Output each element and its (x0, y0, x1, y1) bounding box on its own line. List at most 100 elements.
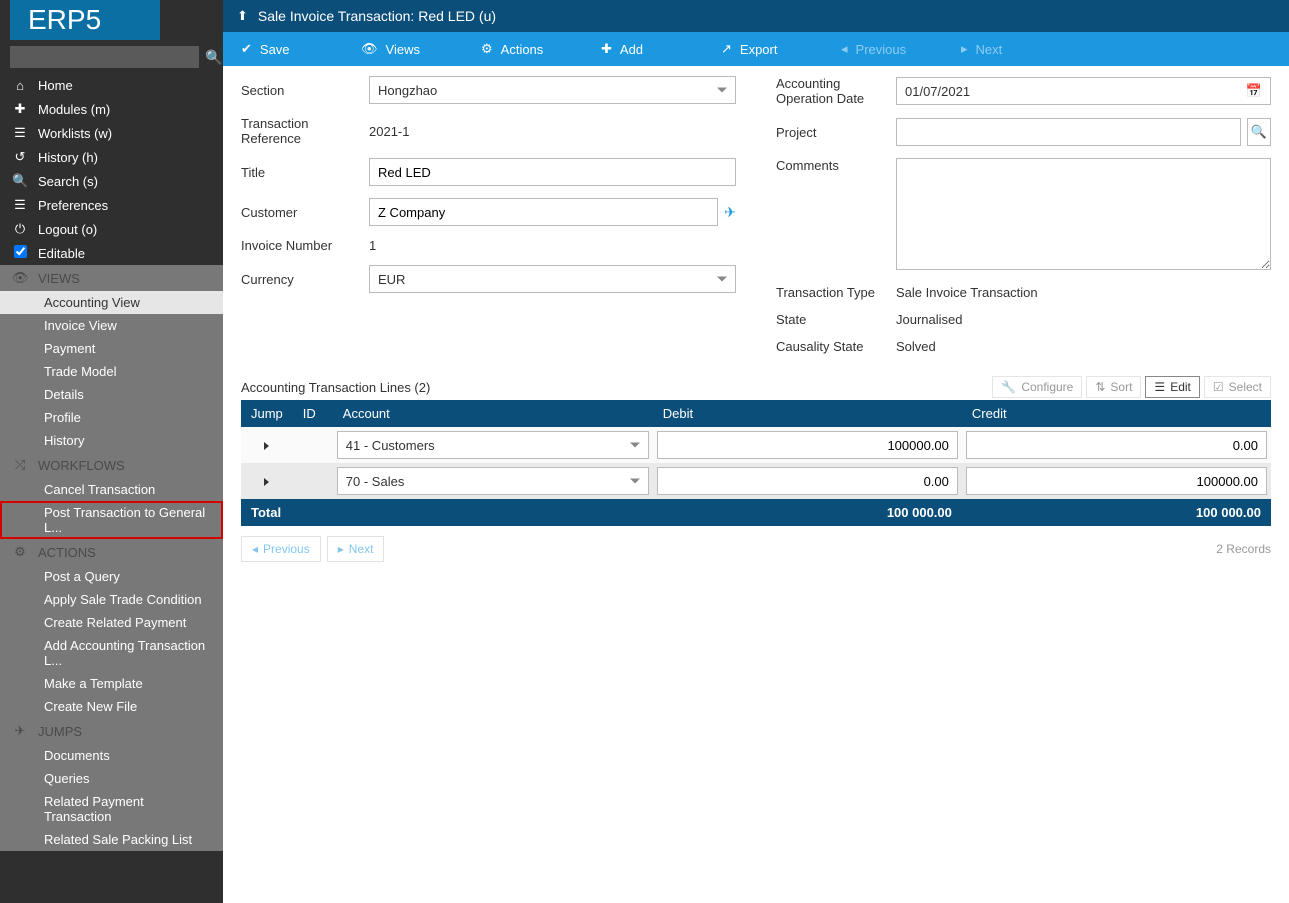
search-icon: 🔍 (1251, 124, 1267, 140)
nav-preferences[interactable]: ☰Preferences (0, 193, 223, 217)
puzzle-icon: ✚ (12, 101, 28, 117)
sidebar: ERP5 🔍 ⌂ Home ✚Modules (m) ☰ Worklists (w)… (0, 0, 223, 903)
account-select[interactable]: 70 - Sales (337, 467, 649, 495)
search-button[interactable]: 🔍 (205, 49, 222, 66)
project-input[interactable] (896, 118, 1241, 146)
chevron-left-icon: ◂ (841, 41, 848, 57)
home-icon: ⌂ (12, 78, 28, 93)
nav-home-label: Home (38, 78, 73, 93)
debit-input[interactable] (657, 467, 958, 495)
view-details[interactable]: Details (0, 383, 223, 406)
section-select[interactable]: Hongzhao (369, 76, 736, 104)
action-post-query[interactable]: Post a Query (0, 565, 223, 588)
workflows-header: ⤮WORKFLOWS (0, 452, 223, 478)
toolbar: ✔Save 👁Views ⚙Actions ✚Add ↗Export ◂Prev… (223, 32, 1289, 66)
credit-input[interactable] (966, 467, 1267, 495)
list-icon: ☰ (1154, 380, 1165, 394)
edit-button[interactable]: ☰Edit (1145, 376, 1199, 398)
save-button[interactable]: ✔Save (223, 32, 343, 66)
table-section: Accounting Transaction Lines (2) 🔧Config… (223, 376, 1289, 580)
credit-input[interactable] (966, 431, 1267, 459)
cogs-icon: ⚙ (12, 544, 28, 560)
views-button[interactable]: 👁Views (343, 32, 463, 66)
table-row: 41 - Customers (241, 427, 1271, 463)
editable-checkbox[interactable] (14, 245, 27, 258)
logo: ERP5 (10, 0, 160, 40)
records-count: 2 Records (1216, 542, 1271, 556)
view-history[interactable]: History (0, 429, 223, 452)
calendar-icon: 📅 (1246, 83, 1262, 99)
search-input[interactable] (10, 46, 199, 68)
nav-logout-label: Logout (o) (38, 222, 97, 237)
view-payment[interactable]: Payment (0, 337, 223, 360)
opdate-input[interactable]: 01/07/2021📅 (896, 77, 1271, 105)
view-accounting[interactable]: Accounting View (0, 291, 223, 314)
causality-label: Causality State (776, 339, 896, 354)
power-icon: ⏻ (12, 221, 28, 237)
main: ⬆ Sale Invoice Transaction: Red LED (u) … (223, 0, 1289, 903)
nav-search[interactable]: 🔍Search (s) (0, 169, 223, 193)
action-add-line[interactable]: Add Accounting Transaction L... (0, 634, 223, 672)
actions-button[interactable]: ⚙Actions (463, 32, 583, 66)
jump-icon[interactable]: ✈ (724, 204, 736, 221)
export-button[interactable]: ↗Export (703, 32, 823, 66)
chevron-left-icon: ◂ (252, 542, 258, 556)
debit-input[interactable] (657, 431, 958, 459)
row-id (293, 427, 333, 463)
customer-input[interactable] (369, 198, 718, 226)
jump-documents[interactable]: Documents (0, 744, 223, 767)
workflow-post-gl[interactable]: Post Transaction to General L... (0, 501, 223, 539)
checkbox-icon (12, 245, 28, 261)
sort-icon: ⇅ (1095, 380, 1105, 394)
col-credit: Credit (962, 400, 1271, 427)
project-search-button[interactable]: 🔍 (1247, 118, 1271, 146)
total-debit: 100 000.00 (653, 499, 962, 526)
pager-previous[interactable]: ◂Previous (241, 536, 321, 562)
configure-button: 🔧Configure (992, 376, 1082, 398)
account-select[interactable]: 41 - Customers (337, 431, 649, 459)
nav-logout[interactable]: ⏻ Logout (o) (0, 217, 223, 241)
col-account: Account (333, 400, 653, 427)
jumps-header: ✈JUMPS (0, 718, 223, 744)
sort-button: ⇅Sort (1086, 376, 1141, 398)
jump-related-payment[interactable]: Related Payment Transaction (0, 790, 223, 828)
row-jump-icon[interactable] (264, 478, 269, 486)
total-row: Total 100 000.00 100 000.00 (241, 499, 1271, 526)
currency-select[interactable]: EUR (369, 265, 736, 293)
currency-label: Currency (241, 272, 369, 287)
eye-icon: 👁 (361, 41, 378, 57)
nav-worklists[interactable]: ☰ Worklists (w) (0, 121, 223, 145)
state-label: State (776, 312, 896, 327)
nav-home[interactable]: ⌂ Home (0, 74, 223, 97)
project-label: Project (776, 125, 896, 140)
row-jump-icon[interactable] (264, 442, 269, 450)
check-icon: ☑ (1213, 380, 1224, 394)
title-input[interactable] (369, 158, 736, 186)
up-icon[interactable]: ⬆ (237, 8, 248, 24)
workflow-cancel[interactable]: Cancel Transaction (0, 478, 223, 501)
nav-modules[interactable]: ✚Modules (m) (0, 97, 223, 121)
invnum-label: Invoice Number (241, 238, 369, 253)
action-create-payment[interactable]: Create Related Payment (0, 611, 223, 634)
section-label: Section (241, 83, 369, 98)
pager-next[interactable]: ▸Next (327, 536, 385, 562)
list-icon: ☰ (12, 125, 28, 141)
titlebar: ⬆ Sale Invoice Transaction: Red LED (u) (223, 0, 1289, 32)
nav-editable[interactable]: Editable (0, 241, 223, 265)
nav-history[interactable]: ↺History (h) (0, 145, 223, 169)
total-label: Total (241, 499, 653, 526)
action-create-file[interactable]: Create New File (0, 695, 223, 718)
view-invoice[interactable]: Invoice View (0, 314, 223, 337)
comments-input[interactable] (896, 158, 1271, 270)
jump-related-packing[interactable]: Related Sale Packing List (0, 828, 223, 851)
view-trade-model[interactable]: Trade Model (0, 360, 223, 383)
row-id (293, 463, 333, 499)
action-apply-condition[interactable]: Apply Sale Trade Condition (0, 588, 223, 611)
next-button: ▸Next (943, 32, 1063, 66)
add-button[interactable]: ✚Add (583, 32, 703, 66)
caret-down-icon (717, 277, 727, 282)
jump-queries[interactable]: Queries (0, 767, 223, 790)
action-make-template[interactable]: Make a Template (0, 672, 223, 695)
view-profile[interactable]: Profile (0, 406, 223, 429)
nav-worklists-label: Worklists (w) (38, 126, 112, 141)
